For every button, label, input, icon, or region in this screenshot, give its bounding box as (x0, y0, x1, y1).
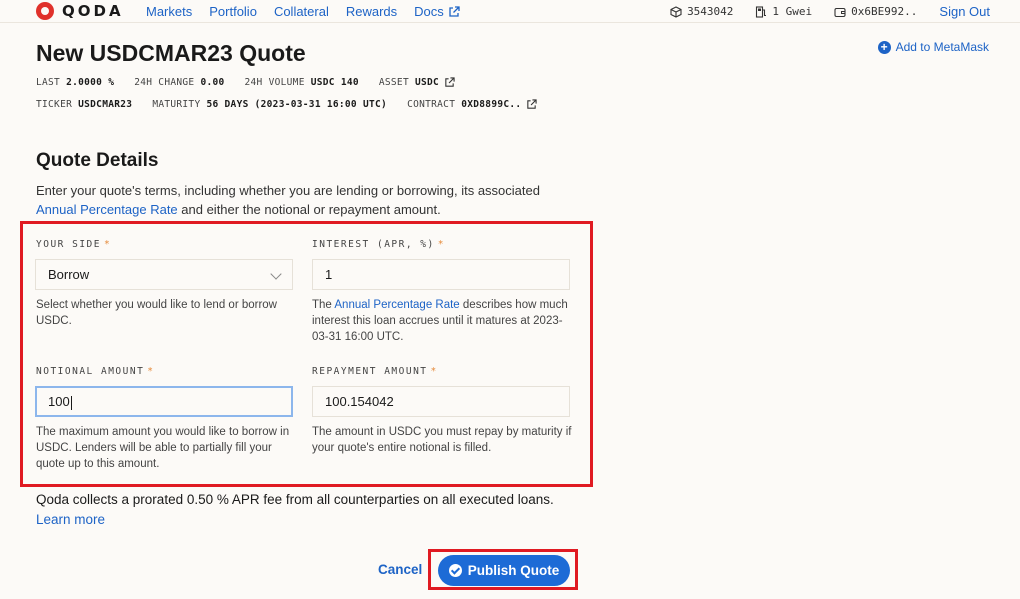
required-marker: * (147, 366, 155, 377)
top-nav-bar: QODA Markets Portfolio Collateral Reward… (0, 0, 1020, 23)
quote-details-heading: Quote Details (36, 150, 159, 171)
side-select-value: Borrow (48, 267, 90, 282)
interest-help-text: The Annual Percentage Rate describes how… (312, 297, 574, 345)
nav-docs-label: Docs (414, 4, 444, 19)
intro-text: Enter your quote's terms, including whet… (36, 183, 540, 198)
add-to-metamask-label: Add to MetaMask (895, 40, 989, 54)
repayment-amount-label: REPAYMENT AMOUNT * (312, 366, 438, 377)
logo-text: QODA (62, 2, 124, 20)
notional-amount-label: NOTIONAL AMOUNT * (36, 366, 155, 377)
notional-amount-value: 100 (48, 394, 70, 409)
stat-label: LAST (36, 77, 61, 88)
notional-help-text: The maximum amount you would like to bor… (36, 426, 290, 470)
interest-label-text: INTEREST (APR, %) (312, 239, 435, 250)
stat-24h-volume-value: USDC 140 (310, 77, 359, 88)
notional-amount-input[interactable]: 100 (35, 386, 293, 417)
notional-label-text: NOTIONAL AMOUNT (36, 366, 145, 377)
stat-label: ASSET (378, 77, 409, 88)
text-cursor (70, 395, 72, 410)
wallet-address-value: 0x6BE992.. (851, 5, 918, 18)
side-help-text: Select whether you would like to lend or… (36, 299, 277, 327)
ticker-value: USDCMAR23 (78, 99, 133, 110)
side-select[interactable]: Borrow (35, 259, 293, 290)
contract-external-link-icon[interactable] (526, 99, 538, 110)
market-info-row: TICKER USDCMAR23 MATURITY 56 DAYS (2023-… (36, 99, 557, 110)
check-circle-icon (448, 564, 462, 577)
interest-input-value: 1 (325, 267, 333, 282)
main-nav: Markets Portfolio Collateral Rewards Doc… (146, 4, 477, 19)
maturity-value: 56 DAYS (2023-03-31 16:00 UTC) (206, 99, 388, 110)
contract-value: 0XD8899C.. (461, 99, 522, 110)
quote-details-intro: Enter your quote's terms, including whet… (36, 181, 576, 219)
fee-note: Qoda collects a prorated 0.50 % APR fee … (36, 492, 554, 507)
required-marker: * (103, 239, 112, 250)
gas-pump-icon (756, 5, 767, 18)
cancel-button[interactable]: Cancel (378, 562, 422, 577)
block-number: 3543042 (670, 5, 733, 18)
stat-label: 24H CHANGE (134, 77, 195, 88)
repayment-label-text: REPAYMENT AMOUNT (312, 366, 428, 377)
qoda-logo[interactable]: QODA (36, 2, 124, 20)
nav-collateral[interactable]: Collateral (274, 4, 329, 19)
stat-24h-change-value: 0.00 (200, 77, 225, 88)
repayment-amount-input[interactable]: 100.154042 (312, 386, 570, 417)
plus-circle-icon: + (877, 40, 891, 54)
account-stats: 3543042 1 Gwei 0x6BE992.. Sign Out (648, 4, 990, 19)
required-marker: * (430, 366, 438, 377)
gas-price-value: 1 Gwei (772, 5, 813, 18)
market-stats-row: LAST 2.0000 % 24H CHANGE 0.00 24H VOLUME… (36, 77, 475, 88)
wallet-icon (834, 7, 846, 17)
nav-markets[interactable]: Markets (146, 4, 192, 19)
interest-help-pre: The (312, 299, 335, 311)
publish-quote-label: Publish Quote (467, 563, 560, 578)
block-number-value: 3543042 (687, 5, 734, 18)
stat-label: CONTRACT (407, 99, 456, 110)
nav-portfolio[interactable]: Portfolio (209, 4, 257, 19)
qoda-logo-icon (36, 2, 54, 20)
stat-label: 24H VOLUME (244, 77, 305, 88)
interest-label: INTEREST (APR, %) * (312, 239, 445, 250)
asset-external-link-icon[interactable] (444, 77, 455, 88)
nav-docs[interactable]: Docs (414, 4, 460, 19)
interest-apr-link[interactable]: Annual Percentage Rate (334, 299, 459, 311)
external-link-icon (449, 5, 460, 17)
gas-price: 1 Gwei (755, 5, 812, 18)
wallet-address[interactable]: 0x6BE992.. (834, 5, 917, 18)
stat-label: MATURITY (152, 99, 201, 110)
apr-link[interactable]: Annual Percentage Rate (36, 202, 178, 217)
nav-rewards[interactable]: Rewards (346, 4, 397, 19)
stat-label: TICKER (36, 99, 73, 110)
interest-input[interactable]: 1 (312, 259, 570, 290)
required-marker: * (437, 239, 445, 250)
cube-icon (670, 5, 682, 18)
publish-quote-button[interactable]: Publish Quote (438, 555, 570, 586)
stat-asset-value: USDC (414, 77, 440, 88)
intro-text-end: and either the notional or repayment amo… (177, 202, 441, 217)
add-to-metamask-button[interactable]: + Add to MetaMask (877, 40, 989, 54)
your-side-label-text: YOUR SIDE (36, 239, 101, 250)
learn-more-link[interactable]: Learn more (36, 512, 105, 527)
repayment-amount-value: 100.154042 (325, 394, 394, 409)
stat-last-value: 2.0000 % (66, 77, 115, 88)
page-title: New USDCMAR23 Quote (36, 40, 306, 66)
sign-out-link[interactable]: Sign Out (939, 4, 990, 19)
your-side-label: YOUR SIDE * (36, 239, 111, 250)
chevron-down-icon (270, 268, 282, 280)
repayment-help-text: The amount in USDC you must repay by mat… (312, 426, 572, 454)
